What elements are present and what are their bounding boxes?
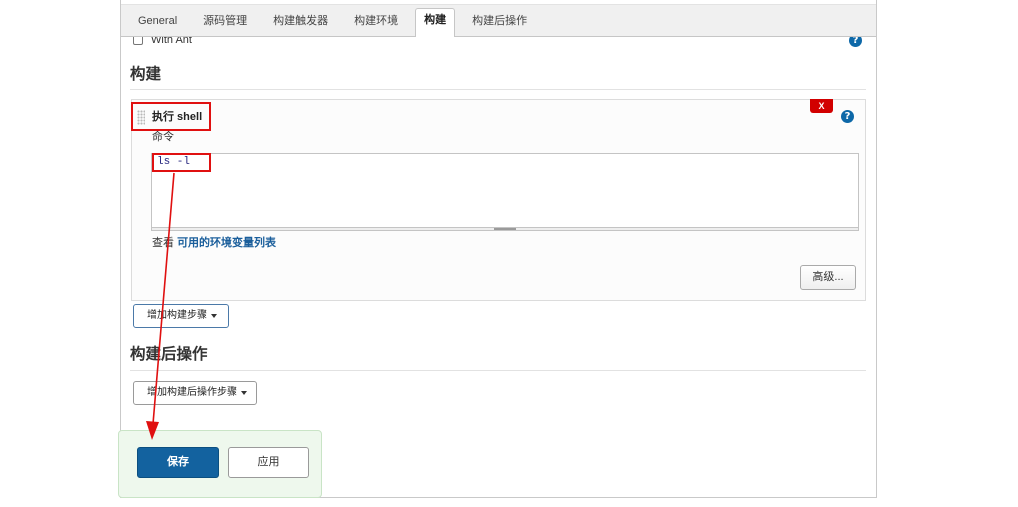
drag-handle-icon[interactable] — [137, 110, 145, 125]
apply-button[interactable]: 应用 — [228, 447, 309, 478]
build-section-title: 构建 — [130, 66, 162, 83]
build-section-divider — [130, 89, 866, 90]
caret-down-icon — [241, 391, 247, 395]
post-build-section-title: 构建后操作 — [130, 346, 208, 363]
config-tab-bar: General 源码管理 构建触发器 构建环境 构建 构建后操作 — [121, 4, 876, 37]
textarea-resize-handle[interactable] — [151, 227, 859, 231]
delete-step-button[interactable]: X — [810, 99, 833, 113]
form-action-bar: 保存 应用 — [118, 430, 322, 498]
tab-build-triggers[interactable]: 构建触发器 — [264, 9, 337, 37]
add-post-build-step-label: 增加构建后操作步骤 — [147, 387, 237, 398]
caret-down-icon — [211, 314, 217, 318]
command-textarea[interactable]: ls -l — [151, 153, 859, 228]
resize-grip-icon — [494, 228, 516, 230]
advanced-button[interactable]: 高级... — [800, 265, 856, 290]
command-label: 命令 — [152, 131, 174, 143]
tab-general[interactable]: General — [129, 9, 186, 37]
env-vars-link[interactable]: 可用的环境变量列表 — [177, 237, 276, 249]
add-build-step-label: 增加构建步骤 — [147, 310, 207, 321]
add-post-build-step-button[interactable]: 增加构建后操作步骤 — [133, 381, 257, 405]
config-tabs: General 源码管理 构建触发器 构建环境 构建 构建后操作 — [125, 8, 540, 37]
tab-source-code-management[interactable]: 源码管理 — [194, 9, 256, 37]
help-icon[interactable]: ? — [841, 110, 854, 123]
tab-post-build-actions[interactable]: 构建后操作 — [463, 9, 536, 37]
env-vars-hint-prefix: 查看 — [152, 237, 174, 249]
add-build-step-button[interactable]: 增加构建步骤 — [133, 304, 229, 328]
save-button[interactable]: 保存 — [137, 447, 219, 478]
build-step-title: 执行 shell — [152, 111, 203, 123]
tab-build[interactable]: 构建 — [415, 8, 456, 37]
build-step-execute-shell: 执行 shell X ? 命令 ls -l 查看 可用的环境变量列表 高级... — [131, 99, 866, 301]
env-vars-hint: 查看 可用的环境变量列表 — [152, 237, 276, 250]
post-build-section-divider — [130, 370, 866, 371]
jenkins-job-config-page: General 源码管理 构建触发器 构建环境 构建 构建后操作 With An… — [0, 0, 1018, 507]
tab-build-environment[interactable]: 构建环境 — [345, 9, 407, 37]
